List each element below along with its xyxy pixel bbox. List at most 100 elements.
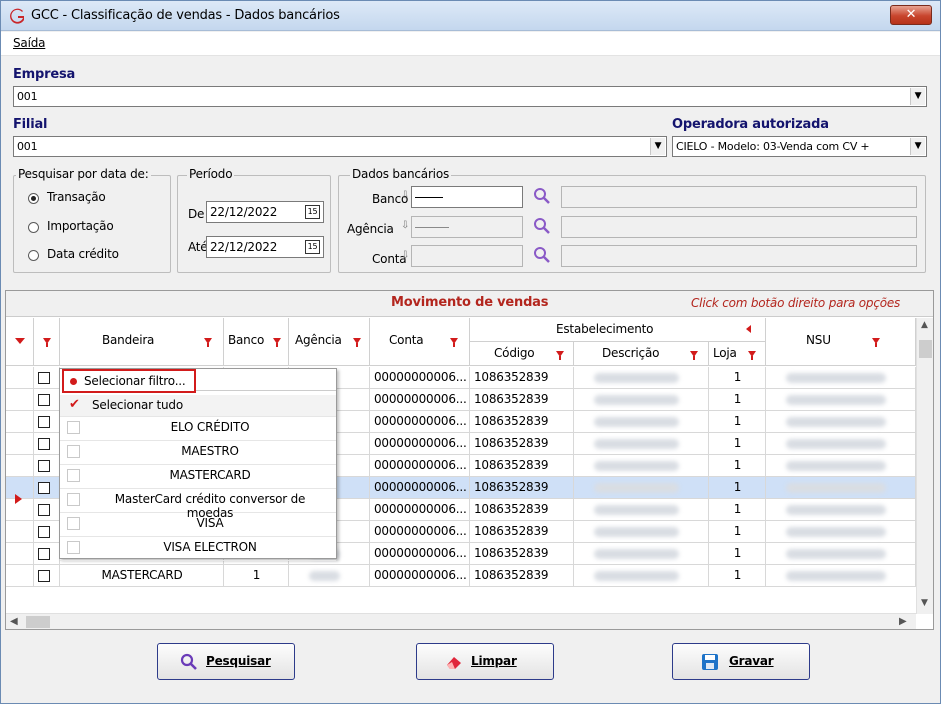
header-estabelecimento[interactable]: Estabelecimento <box>470 318 766 342</box>
pesquisar-button[interactable]: Pesquisar <box>157 643 295 680</box>
header-agencia[interactable]: Agência <box>289 318 370 366</box>
row-checkbox[interactable] <box>38 570 50 582</box>
close-button[interactable]: ✕ <box>890 5 932 25</box>
cell-conta: 00000000006... <box>370 477 470 499</box>
check-icon: ✔ <box>69 397 80 412</box>
search-icon[interactable] <box>533 217 551 235</box>
selecionar-filtro-item[interactable]: Selecionar filtro... <box>62 369 196 393</box>
filter-icon[interactable] <box>273 338 281 347</box>
header-nsu[interactable]: NSU <box>766 318 916 366</box>
filter-icon[interactable] <box>43 338 51 347</box>
dados-title: Dados bancários <box>350 167 452 181</box>
banco-descricao-field <box>561 186 917 208</box>
filter-option-checkbox[interactable] <box>67 541 80 554</box>
banco-input[interactable] <box>411 186 523 208</box>
filter-option-item[interactable]: MasterCard crédito conversor de moedas <box>60 489 336 520</box>
header-loja[interactable]: Loja <box>709 342 766 366</box>
filter-option-item[interactable]: VISA <box>60 513 336 537</box>
filter-option-item[interactable]: VISA ELECTRON <box>60 537 336 561</box>
row-checkbox[interactable] <box>38 460 50 472</box>
filter-option-item[interactable]: MAESTRO <box>60 441 336 465</box>
filter-option-checkbox[interactable] <box>67 493 80 506</box>
filter-option-item[interactable]: ELO CRÉDITO <box>60 417 336 441</box>
redacted-value <box>594 527 679 537</box>
row-checkbox[interactable] <box>38 416 50 428</box>
filter-option-label: ELO CRÉDITO <box>170 420 250 434</box>
operadora-select[interactable]: CIELO - Modelo: 03-Venda com CV + ▼ <box>672 136 927 157</box>
scroll-down-icon[interactable]: ▼ <box>921 598 928 608</box>
cell-conta: 00000000006... <box>370 521 470 543</box>
row-checkbox[interactable] <box>38 438 50 450</box>
chevron-down-icon[interactable]: ▼ <box>650 138 665 155</box>
filter-option-checkbox[interactable] <box>67 517 80 530</box>
chevron-down-icon[interactable]: ▼ <box>910 138 925 155</box>
cell-codigo: 1086352839 <box>470 565 574 587</box>
row-checkbox[interactable] <box>38 526 50 538</box>
pesquisar-label: Pesquisar <box>206 654 271 668</box>
row-checkbox[interactable] <box>38 394 50 406</box>
filter-icon[interactable] <box>353 338 361 347</box>
row-checkbox[interactable] <box>38 548 50 560</box>
radio-transacao[interactable] <box>28 193 39 204</box>
selecionar-tudo-item[interactable]: ✔ Selecionar tudo <box>60 395 336 417</box>
cell-indicator <box>6 565 34 587</box>
scroll-thumb[interactable] <box>919 340 932 358</box>
collapse-left-icon[interactable] <box>746 325 751 333</box>
filter-option-checkbox[interactable] <box>67 421 80 434</box>
table-row[interactable]: MASTERCARD 1 00000000006... 1086352839 1 <box>6 565 916 587</box>
radio-importacao[interactable] <box>28 222 39 233</box>
filter-option-checkbox[interactable] <box>67 445 80 458</box>
header-conta-label: Conta <box>389 333 424 347</box>
filter-option-item[interactable]: MASTERCARD <box>60 465 336 489</box>
hscroll-thumb[interactable] <box>26 616 50 628</box>
limpar-button[interactable]: Limpar <box>416 643 554 680</box>
cell-chk <box>34 543 60 565</box>
search-icon[interactable] <box>533 187 551 205</box>
cell-codigo-text: 1086352839 <box>474 370 549 384</box>
empresa-select[interactable]: 001 ▼ <box>13 86 927 107</box>
filter-icon[interactable] <box>204 338 212 347</box>
scroll-up-icon[interactable]: ▲ <box>921 320 928 330</box>
menu-saida[interactable]: Saída <box>13 36 45 50</box>
filter-icon[interactable] <box>690 351 698 360</box>
header-check[interactable] <box>34 318 60 366</box>
filial-select[interactable]: 001 ▼ <box>13 136 667 157</box>
row-checkbox[interactable] <box>38 372 50 384</box>
scroll-left-icon[interactable]: ◀ <box>10 616 18 627</box>
header-codigo[interactable]: Código <box>470 342 574 366</box>
agencia-input[interactable] <box>411 216 523 238</box>
filter-icon[interactable] <box>872 338 880 347</box>
row-checkbox[interactable] <box>38 482 50 494</box>
conta-input[interactable] <box>411 245 523 267</box>
header-conta[interactable]: Conta <box>370 318 470 366</box>
date-ate-input[interactable]: 22/12/2022 15 <box>206 236 324 258</box>
vertical-scrollbar[interactable]: ▲ ▼ <box>916 318 933 614</box>
filter-icon[interactable] <box>556 351 564 360</box>
filter-icon[interactable] <box>748 351 756 360</box>
calendar-icon[interactable]: 15 <box>305 205 320 219</box>
header-descricao[interactable]: Descrição <box>574 342 709 366</box>
redacted-value <box>786 483 886 493</box>
radio-data-credito[interactable] <box>28 250 39 261</box>
filter-option-checkbox[interactable] <box>67 469 80 482</box>
cell-loja: 1 <box>709 543 766 565</box>
filter-icon[interactable] <box>450 338 458 347</box>
header-bandeira[interactable]: Bandeira <box>60 318 224 366</box>
search-icon[interactable] <box>533 246 551 264</box>
cell-descricao <box>574 521 709 543</box>
header-banco[interactable]: Banco <box>224 318 289 366</box>
date-ate-value: 22/12/2022 <box>210 240 278 254</box>
header-indicator[interactable] <box>6 318 34 366</box>
date-de-input[interactable]: 22/12/2022 15 <box>206 201 324 223</box>
filter-popup-menu: Selecionar filtro... ✔ Selecionar tudo E… <box>59 368 337 561</box>
row-checkbox[interactable] <box>38 504 50 516</box>
cell-conta-text: 00000000006... <box>374 480 467 494</box>
calendar-icon[interactable]: 15 <box>305 240 320 254</box>
scroll-right-icon[interactable]: ▶ <box>899 616 907 627</box>
conta-descricao-field <box>561 245 917 267</box>
cell-codigo: 1086352839 <box>470 499 574 521</box>
cell-conta: 00000000006... <box>370 543 470 565</box>
gravar-button[interactable]: Gravar <box>672 643 810 680</box>
horizontal-scrollbar[interactable]: ◀ ▶ <box>6 613 916 629</box>
chevron-down-icon[interactable]: ▼ <box>910 88 925 105</box>
